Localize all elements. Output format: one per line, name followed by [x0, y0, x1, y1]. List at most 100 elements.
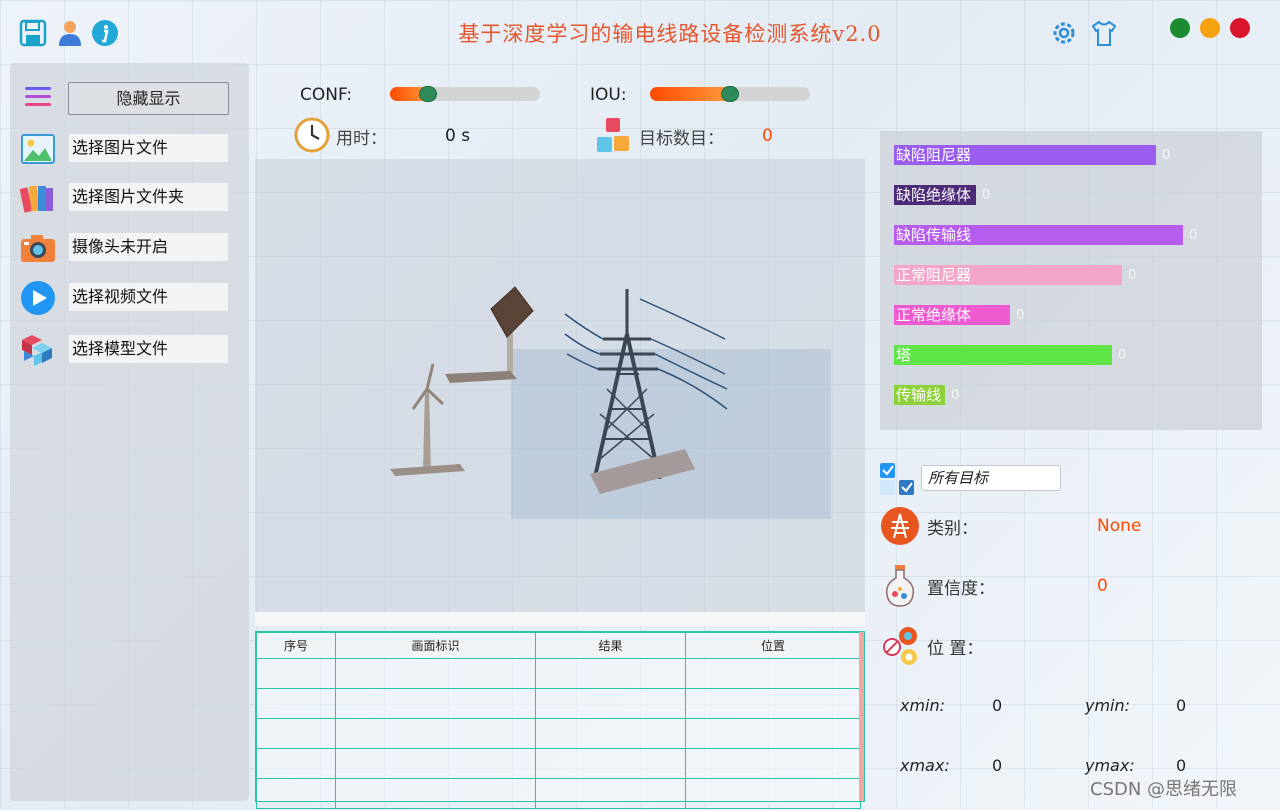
hamburger-menu-icon[interactable]: [24, 85, 54, 115]
model-cubes-icon: [20, 332, 56, 368]
class-stat-bar: 缺陷绝缘体: [894, 185, 976, 205]
watermark: CSDN @思绪无限: [1090, 779, 1238, 800]
conf-label: CONF:: [300, 85, 353, 105]
ymax-label: ymax:: [1085, 756, 1135, 775]
sidebar-item-model-file[interactable]: 选择模型文件: [10, 328, 249, 368]
confidence-label: 置信度：: [927, 579, 995, 599]
class-stat-bar: 塔: [894, 345, 1112, 365]
table-cell: [335, 718, 536, 749]
column-header-frame[interactable]: 画面标识: [335, 632, 536, 659]
location-gears-icon: [881, 625, 921, 667]
class-value: None: [1097, 516, 1142, 536]
class-stat-bar: 传输线: [894, 385, 945, 405]
sidebar-item-label: 选择图片文件: [69, 134, 228, 162]
table-cell: [685, 658, 861, 689]
app-title: 基于深度学习的输电线路设备检测系统v2.0: [458, 22, 882, 46]
class-stat-count: 0: [982, 188, 991, 203]
iou-slider-handle[interactable]: [721, 86, 739, 102]
iou-label: IOU:: [590, 85, 627, 105]
table-cell: [535, 718, 686, 749]
settings-icon[interactable]: [1049, 18, 1079, 48]
minimize-control[interactable]: [1200, 18, 1220, 38]
xmin-label: xmin:: [900, 696, 946, 715]
iou-slider[interactable]: [650, 86, 810, 102]
ymin-value: 0: [1176, 696, 1187, 715]
camera-icon: [20, 230, 56, 266]
class-stat-count: 0: [1162, 148, 1171, 163]
table-cell: [256, 748, 336, 779]
target-count-label: 目标数目：: [639, 129, 724, 149]
xmax-label: xmax:: [900, 756, 950, 775]
table-cell: [256, 778, 336, 809]
table-cell: [335, 688, 536, 719]
theme-shirt-icon[interactable]: [1089, 18, 1119, 48]
power-tower-icon: [880, 506, 920, 546]
clock-icon: [294, 117, 330, 157]
number-blocks-icon: [596, 117, 632, 157]
save-icon[interactable]: [18, 18, 48, 48]
class-stat-count: 0: [1118, 348, 1127, 363]
checkbox-select-icon: [879, 462, 917, 500]
image-file-icon: [20, 131, 56, 167]
conf-slider-handle[interactable]: [419, 86, 437, 102]
class-stat-count: 0: [1016, 308, 1025, 323]
column-header-position[interactable]: 位置: [685, 632, 861, 659]
toggle-display-button[interactable]: 隐藏显示: [68, 82, 229, 115]
user-icon[interactable]: [55, 18, 85, 48]
detection-preview: [255, 159, 865, 612]
table-cell: [685, 718, 861, 749]
class-stat-count: 0: [1128, 268, 1137, 283]
table-cell: [335, 748, 536, 779]
table-cell: [335, 658, 536, 689]
sidebar-item-camera[interactable]: 摄像头未开启: [10, 226, 249, 266]
table-cell: [685, 778, 861, 809]
table-cell: [535, 688, 686, 719]
position-label: 位 置：: [927, 639, 984, 659]
table-row[interactable]: [256, 658, 861, 689]
table-cell: [685, 748, 861, 779]
table-cell: [256, 718, 336, 749]
table-row[interactable]: [256, 748, 861, 779]
class-stat-count: 0: [951, 388, 960, 403]
sidebar-item-label: 选择模型文件: [69, 335, 228, 363]
sidebar-item-video-file[interactable]: 选择视频文件: [10, 276, 249, 316]
sidebar-item-label: 选择图片文件夹: [69, 183, 228, 211]
class-stat-bar: 正常阻尼器: [894, 265, 1122, 285]
iou-slider-fill: [650, 87, 730, 101]
sidebar-item-image-file[interactable]: 选择图片文件: [10, 127, 249, 167]
transmission-scene-image: [390, 286, 831, 519]
time-label: 用时：: [336, 129, 387, 149]
column-header-index[interactable]: 序号: [256, 632, 336, 659]
table-scrollbar[interactable]: [859, 632, 864, 801]
column-header-result[interactable]: 结果: [535, 632, 686, 659]
table-row[interactable]: [256, 718, 861, 749]
table-cell: [256, 688, 336, 719]
table-cell: [535, 778, 686, 809]
table-cell: [335, 778, 536, 809]
class-stat-bar: 缺陷阻尼器: [894, 145, 1156, 165]
target-select-dropdown[interactable]: 所有目标: [921, 465, 1061, 491]
results-table[interactable]: 序号 画面标识 结果 位置: [255, 631, 865, 809]
table-header-row: 序号 画面标识 结果 位置: [256, 632, 861, 659]
play-video-icon: [20, 280, 56, 316]
preview-status-strip: [255, 612, 865, 626]
target-count-value: 0: [762, 126, 773, 146]
table-row[interactable]: [256, 688, 861, 719]
sidebar-item-label: 摄像头未开启: [69, 233, 228, 261]
ymax-value: 0: [1176, 756, 1187, 775]
sidebar-item-label: 选择视频文件: [69, 283, 228, 311]
class-stat-bar: 缺陷传输线: [894, 225, 1183, 245]
image-folder-icon: [20, 180, 56, 216]
conf-slider[interactable]: [390, 86, 540, 102]
class-stat-count: 0: [1189, 228, 1198, 243]
table-row[interactable]: [256, 778, 861, 809]
table-cell: [685, 688, 861, 719]
close-control[interactable]: [1170, 18, 1190, 38]
flask-icon: [882, 564, 918, 608]
sidebar-item-image-folder[interactable]: 选择图片文件夹: [10, 176, 249, 216]
maximize-control[interactable]: [1230, 18, 1250, 38]
ymin-label: ymin:: [1085, 696, 1131, 715]
xmax-value: 0: [992, 756, 1003, 775]
xmin-value: 0: [992, 696, 1003, 715]
info-icon[interactable]: [90, 18, 120, 48]
